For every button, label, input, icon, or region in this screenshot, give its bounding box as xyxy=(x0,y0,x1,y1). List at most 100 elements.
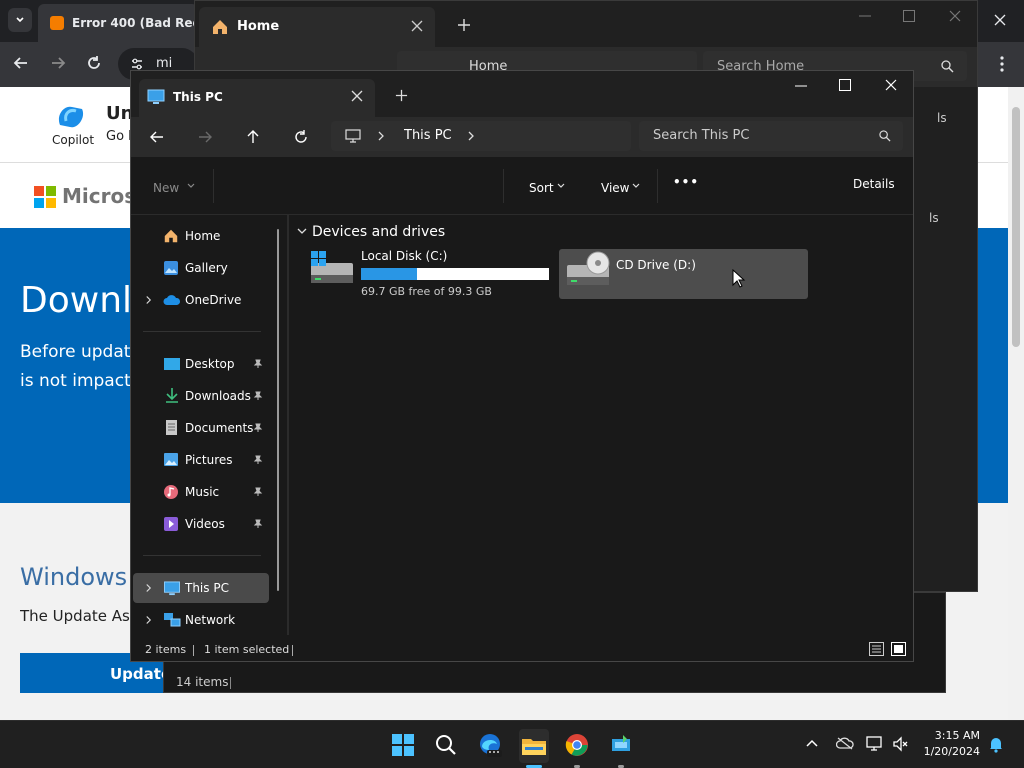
volume-muted-icon[interactable] xyxy=(892,736,910,752)
close-icon[interactable] xyxy=(351,90,363,102)
minimize-icon[interactable] xyxy=(795,85,807,87)
pin-icon xyxy=(253,487,263,496)
home-tab[interactable]: Home xyxy=(199,7,435,47)
pin-icon xyxy=(253,391,263,400)
sidebar-label-onedrive: OneDrive xyxy=(185,293,242,307)
sidebar-item-onedrive[interactable]: OneDrive xyxy=(133,285,263,315)
chevron-right-icon[interactable] xyxy=(145,615,152,625)
cmd-divider xyxy=(657,169,658,203)
drive-cd-d[interactable]: CD Drive (D:) xyxy=(559,249,808,299)
browser-close-button[interactable] xyxy=(990,10,1010,30)
up-icon[interactable] xyxy=(245,129,261,145)
sort-button[interactable]: Sort xyxy=(529,177,579,197)
pin-icon xyxy=(253,423,263,432)
copilot-logo[interactable] xyxy=(54,103,88,131)
chevron-down-icon[interactable] xyxy=(297,227,307,235)
sidebar-item-documents[interactable]: Documents xyxy=(133,413,263,443)
details-view-icon[interactable] xyxy=(869,642,884,656)
sidebar-label-desktop: Desktop xyxy=(185,357,235,371)
sidebar-label-network: Network xyxy=(185,613,236,627)
minimize-icon[interactable] xyxy=(859,15,871,17)
details-button[interactable]: Details xyxy=(853,177,895,191)
clock-date[interactable]: 1/20/2024 xyxy=(920,745,980,758)
scrollbar-thumb[interactable] xyxy=(1012,107,1020,347)
close-icon[interactable] xyxy=(885,79,897,91)
file-explorer-button[interactable] xyxy=(519,729,549,763)
sidebar-item-music[interactable]: Music xyxy=(133,477,263,507)
notification-bell-icon[interactable] xyxy=(988,735,1004,753)
content-pane: Devices and drives Local Disk (C:) 69.7 … xyxy=(289,215,913,635)
chevron-up-icon[interactable] xyxy=(806,739,818,747)
monitor-icon xyxy=(345,129,361,143)
new-button[interactable]: New xyxy=(153,177,203,197)
network-icon xyxy=(164,613,181,627)
close-icon xyxy=(994,14,1006,26)
new-tab-icon[interactable] xyxy=(395,89,408,102)
onedrive-icon[interactable] xyxy=(836,736,854,750)
refresh-icon[interactable] xyxy=(293,129,309,145)
cd-drive-icon xyxy=(567,251,610,285)
sidebar-label-downloads: Downloads xyxy=(185,389,251,403)
taskbar: 3:15 AM 1/20/2024 xyxy=(0,720,1024,768)
logo-square-red xyxy=(34,186,44,196)
pc-tab[interactable]: This PC xyxy=(139,79,375,117)
cmd-divider xyxy=(213,169,214,203)
sidebar-item-home[interactable]: Home xyxy=(133,221,263,251)
sidebar-item-downloads[interactable]: Downloads xyxy=(133,381,263,411)
microsoft-logo[interactable] xyxy=(34,186,56,208)
search-button[interactable] xyxy=(432,731,460,759)
windows-drive-icon xyxy=(311,251,353,283)
new-tab-icon[interactable] xyxy=(457,18,471,32)
close-icon[interactable] xyxy=(411,20,423,32)
download-icon xyxy=(166,388,178,403)
tab-search-button[interactable] xyxy=(8,8,32,32)
chevron-right-icon[interactable] xyxy=(145,583,152,593)
pc-address-bar[interactable]: This PC xyxy=(331,121,631,151)
sidebar-item-this-pc[interactable]: This PC xyxy=(133,573,269,603)
sidebar-item-gallery[interactable]: Gallery xyxy=(133,253,263,283)
sidebar-item-network[interactable]: Network xyxy=(133,605,263,635)
media-creation-tool-button[interactable] xyxy=(607,731,635,759)
drive-local-disk-c[interactable]: Local Disk (C:) 69.7 GB free of 99.3 GB xyxy=(309,249,555,299)
mouse-cursor-icon xyxy=(732,269,746,288)
chrome-button[interactable] xyxy=(563,731,591,759)
edge-beta-button[interactable] xyxy=(476,731,504,759)
pin-icon xyxy=(253,519,263,528)
start-button[interactable] xyxy=(389,731,417,759)
pc-search-box[interactable]: Search This PC xyxy=(639,121,903,151)
sidebar-item-desktop[interactable]: Desktop xyxy=(133,349,263,379)
reload-button[interactable] xyxy=(85,54,103,72)
search-icon xyxy=(879,130,891,142)
clock-time[interactable]: 3:15 AM xyxy=(930,729,980,742)
forward-icon[interactable] xyxy=(197,129,213,145)
status-items-count: 2 items xyxy=(145,643,187,656)
forward-button[interactable] xyxy=(49,54,67,72)
close-icon[interactable] xyxy=(949,10,961,22)
sidebar-scrollbar[interactable] xyxy=(277,229,279,591)
pictures-icon xyxy=(164,453,178,466)
browser-tab-title: Error 400 (Bad Reques xyxy=(72,16,202,30)
sub-title: Windows xyxy=(20,563,128,591)
document-icon xyxy=(166,420,177,435)
edge-pre-icon xyxy=(480,734,502,757)
view-button[interactable]: View xyxy=(601,177,651,197)
sidebar-item-videos[interactable]: Videos xyxy=(133,509,263,539)
back-icon[interactable] xyxy=(149,129,165,145)
reload-icon xyxy=(88,56,100,69)
browser-tab[interactable]: Error 400 (Bad Reques xyxy=(38,4,202,42)
sidebar-item-pictures[interactable]: Pictures xyxy=(133,445,263,475)
pc-search-placeholder: Search This PC xyxy=(653,128,750,143)
search-icon xyxy=(941,60,954,73)
chevron-right-icon[interactable] xyxy=(145,295,152,305)
large-icons-view-icon[interactable] xyxy=(891,642,906,656)
pc-breadcrumb[interactable]: This PC xyxy=(404,128,452,143)
back-button[interactable] xyxy=(12,54,30,72)
browser-menu-button[interactable] xyxy=(994,54,1010,74)
status-divider xyxy=(292,645,293,656)
network-status-icon[interactable] xyxy=(866,735,886,753)
page-scrollbar[interactable] xyxy=(1008,87,1024,720)
chevron-down-icon xyxy=(187,183,195,188)
more-options-button[interactable]: ••• xyxy=(673,175,699,189)
maximize-icon[interactable] xyxy=(839,79,851,91)
maximize-icon[interactable] xyxy=(903,10,915,22)
